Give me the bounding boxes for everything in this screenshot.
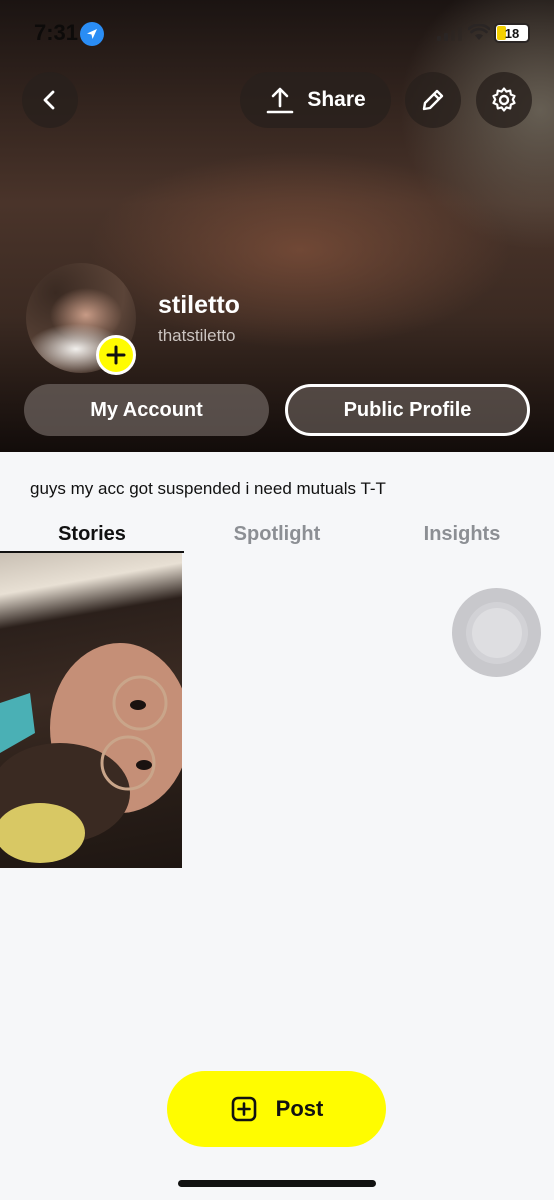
add-post-icon [231, 1096, 256, 1122]
upload-icon [267, 87, 294, 114]
plus-icon [106, 345, 126, 365]
tab-insights[interactable]: Insights [370, 514, 554, 554]
edit-button[interactable] [405, 72, 461, 128]
cellular-signal-icon [437, 27, 462, 41]
location-arrow-icon [80, 22, 104, 46]
share-label: Share [307, 88, 366, 111]
public-profile-label: Public Profile [343, 398, 472, 421]
battery-level: 18 [504, 25, 520, 41]
pencil-icon [422, 89, 444, 111]
tab-insights-label: Insights [423, 522, 501, 545]
chevron-left-icon [43, 90, 55, 110]
profile-header: 7:31 18 Share stiletto thatstiletto My A… [0, 0, 554, 452]
gear-icon [492, 87, 516, 112]
display-name: stiletto [158, 291, 240, 319]
username: thatstiletto [158, 326, 236, 345]
floating-scroll-knob[interactable] [452, 588, 541, 677]
status-bar: 7:31 18 [0, 0, 554, 64]
add-story-button[interactable] [96, 335, 136, 375]
home-indicator[interactable] [178, 1180, 376, 1187]
my-account-label: My Account [90, 398, 203, 421]
status-time: 7:31 [34, 20, 79, 45]
tab-spotlight[interactable]: Spotlight [185, 514, 369, 554]
tab-stories[interactable]: Stories [0, 514, 184, 554]
tab-stories-label: Stories [58, 522, 126, 545]
post-label: Post [275, 1096, 324, 1121]
tab-spotlight-label: Spotlight [233, 522, 321, 545]
wifi-icon [468, 24, 490, 40]
public-profile-button[interactable]: Public Profile [285, 384, 530, 436]
story-image [0, 643, 182, 863]
back-button[interactable] [22, 72, 78, 128]
share-button[interactable]: Share [240, 72, 391, 128]
my-account-button[interactable]: My Account [24, 384, 269, 436]
profile-tabs: Stories Spotlight Insights [0, 514, 554, 554]
settings-button[interactable] [476, 72, 532, 128]
battery-icon: 18 [494, 23, 530, 43]
story-thumbnail[interactable] [0, 553, 182, 868]
post-button[interactable]: Post [167, 1071, 386, 1147]
profile-bio: guys my acc got suspended i need mutuals… [30, 479, 386, 498]
